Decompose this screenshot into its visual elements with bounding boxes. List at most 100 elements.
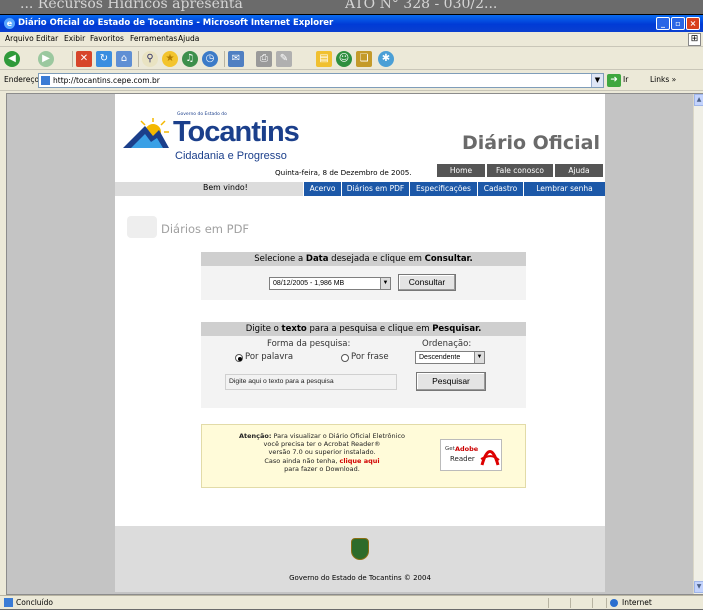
home-icon[interactable]: ⌂ (116, 51, 132, 67)
scroll-up-icon[interactable]: ▲ (694, 94, 703, 106)
status-bar: Concluído Internet (0, 595, 703, 609)
title-bar: e Diário Oficial do Estado de Tocantins … (0, 15, 703, 32)
maximize-button[interactable]: ▫ (671, 17, 685, 30)
header-text: para a pesquisa e clique em (306, 324, 433, 334)
nav-acervo[interactable]: Acervo (303, 182, 341, 196)
date-panel-body: 08/12/2005 - 1,986 MB ▼ Consultar (201, 266, 526, 300)
ie-logo-icon: e (4, 18, 15, 29)
address-bar: Endereço http://tocantins.cepe.com.br ▼ … (0, 71, 703, 91)
web-page: Governo do Estado do Tocantins Cidadania… (115, 94, 605, 592)
logo-title[interactable]: Tocantins (173, 116, 300, 149)
notice-line: Para visualizar o Diário Oficial Eletrôn… (271, 432, 406, 440)
chevron-down-icon[interactable]: ▼ (380, 278, 390, 289)
notice-text: Atenção: Para visualizar o Diário Oficia… (212, 432, 432, 473)
nav-cadastro[interactable]: Cadastro (477, 182, 523, 196)
nav-home[interactable]: Home (437, 164, 485, 177)
logo-subtitle: Cidadania e Progresso (175, 150, 287, 162)
history-icon[interactable]: ◷ (202, 51, 218, 67)
stop-icon[interactable]: ✕ (76, 51, 92, 67)
nav-fale-conosco[interactable]: Fale conosco (487, 164, 553, 177)
windows-flag-icon: ⊞ (688, 33, 701, 46)
order-select[interactable]: Descendente ▼ (415, 351, 485, 364)
address-dropdown-icon[interactable]: ▼ (591, 74, 603, 87)
minimize-button[interactable]: _ (656, 17, 670, 30)
notice-line: para fazer o Download. (284, 464, 360, 473)
mail-icon[interactable]: ✉ (228, 51, 244, 67)
media-icon[interactable]: ♫ (182, 51, 198, 67)
backdrop-text: ... Recursos Hídricos apresenta (20, 0, 243, 12)
adobe-brand: Adobe (455, 445, 479, 453)
consultar-button[interactable]: Consultar (398, 274, 456, 291)
zone-cell (606, 598, 703, 608)
adobe-reader: Reader (450, 455, 475, 463)
notice-line: Caso ainda não tenha, (264, 456, 340, 465)
menu-ferramentas[interactable]: Ferramentas (130, 34, 177, 43)
menu-exibir[interactable]: Exibir (64, 34, 85, 43)
search-input[interactable]: Digite aqui o texto para a pesquisa (225, 374, 397, 390)
site-header: Governo do Estado do Tocantins Cidadania… (115, 94, 605, 177)
nav-ajuda[interactable]: Ajuda (555, 164, 603, 177)
sun-logo-icon (123, 118, 169, 148)
pdf-section-icon (127, 216, 157, 238)
site-footer: Governo do Estado de Tocantins © 2004 (115, 526, 605, 592)
nav-especificacoes[interactable]: Especificações (409, 182, 477, 196)
pesquisar-button[interactable]: Pesquisar (416, 372, 486, 391)
adobe-get: Get (445, 446, 455, 452)
radio-por-frase[interactable] (341, 354, 349, 362)
toolbar-separator (138, 51, 139, 67)
header-text: Digite o (245, 324, 282, 334)
header-text: desejada e clique em (328, 254, 425, 264)
search-icon[interactable]: ⚲ (142, 51, 158, 67)
close-button[interactable]: × (686, 17, 700, 30)
tools-icon[interactable]: ✱ (378, 51, 394, 67)
status-cell (548, 598, 570, 608)
go-button[interactable]: Ir (623, 75, 628, 84)
edit-icon[interactable]: ✎ (276, 51, 292, 67)
order-select-value: Descendente (419, 354, 461, 361)
menu-favoritos[interactable]: Favoritos (90, 34, 124, 43)
vertical-scrollbar[interactable]: ▲ ▼ (693, 94, 703, 594)
nav-diarios-pdf[interactable]: Diários em PDF (341, 182, 409, 196)
forward-icon[interactable]: ▶ (38, 51, 54, 67)
nav-lembrar-senha[interactable]: Lembrar senha (523, 182, 605, 196)
research-icon[interactable]: ❏ (356, 51, 372, 67)
chevron-down-icon[interactable]: ▼ (474, 352, 484, 363)
date-select[interactable]: 08/12/2005 - 1,986 MB ▼ (269, 277, 391, 290)
address-url: http://tocantins.cepe.com.br (53, 76, 160, 85)
get-adobe-reader-badge[interactable]: Get Adobe Reader (440, 439, 502, 471)
browser-viewport: Governo do Estado do Tocantins Cidadania… (6, 93, 703, 595)
header-bold: Data (305, 254, 329, 264)
scroll-down-icon[interactable]: ▼ (694, 581, 703, 593)
toolbar-separator (72, 51, 73, 67)
favorites-icon[interactable]: ★ (162, 51, 178, 67)
menu-arquivo[interactable]: Arquivo (5, 34, 34, 43)
welcome-text: Bem vindo! (203, 183, 248, 192)
date-select-value: 08/12/2005 - 1,986 MB (273, 280, 345, 287)
radio-por-frase-label[interactable]: Por frase (351, 352, 389, 362)
address-input[interactable]: http://tocantins.cepe.com.br ▼ (38, 73, 604, 88)
toolbar-separator (224, 51, 225, 67)
links-button[interactable]: Links » (650, 75, 676, 84)
menu-ajuda[interactable]: Ajuda (178, 34, 199, 43)
date-panel-header: Selecione a Data desejada e clique em Co… (201, 252, 526, 266)
address-label: Endereço (4, 75, 40, 84)
refresh-icon[interactable]: ↻ (96, 51, 112, 67)
browser-window: e Diário Oficial do Estado de Tocantins … (0, 14, 703, 609)
print-icon[interactable]: ⎙ (256, 51, 272, 67)
radio-por-palavra-label[interactable]: Por palavra (245, 352, 293, 362)
header-bold: Pesquisar. (432, 324, 482, 334)
go-arrow-icon[interactable]: ➜ (607, 74, 621, 87)
messenger-icon[interactable]: ☺ (336, 51, 352, 67)
window-title: Diário Oficial do Estado de Tocantins - … (18, 18, 334, 28)
acrobat-notice: Atenção: Para visualizar o Diário Oficia… (201, 424, 526, 488)
download-link[interactable]: clique aqui (339, 457, 379, 465)
toolbar: ◀ ▶ ✕ ↻ ⌂ ⚲ ★ ♫ ◷ ✉ ⎙ ✎ ▤ ☺ ❏ ✱ (0, 48, 703, 70)
discuss-icon[interactable]: ▤ (316, 51, 332, 67)
notice-line: você precisa ter o Acrobat Reader® (263, 440, 381, 449)
back-icon[interactable]: ◀ (4, 51, 20, 67)
main-navigation: Bem vindo! Acervo Diários em PDF Especif… (115, 182, 605, 196)
adobe-reader-icon (480, 450, 500, 466)
menu-editar[interactable]: Editar (36, 34, 58, 43)
radio-por-palavra[interactable] (235, 354, 243, 362)
search-panel-body: Forma da pesquisa: Ordenação: Por palavr… (201, 336, 526, 408)
